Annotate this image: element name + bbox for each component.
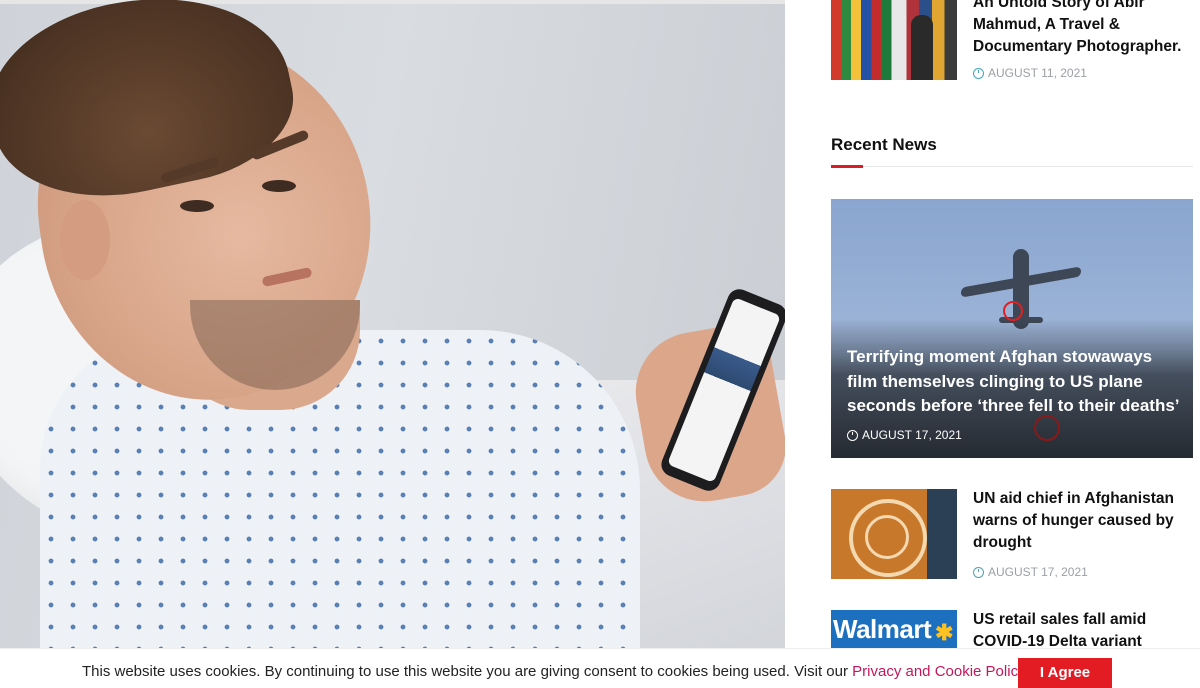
section-divider — [831, 166, 1193, 167]
section-title-recent-news: Recent News — [831, 135, 937, 154]
clock-icon — [847, 429, 858, 441]
news-item-title[interactable]: UN aid chief in Afghanistan warns of hun… — [973, 488, 1178, 554]
news-item-date: AUGUST 17, 2021 — [988, 565, 1088, 579]
hero-ear — [60, 200, 110, 280]
cookie-consent-bar: This website uses cookies. By continuing… — [0, 648, 1200, 688]
thumb-person — [911, 15, 933, 80]
clock-icon — [973, 67, 984, 79]
privacy-policy-link[interactable]: Privacy and Cookie Policy. — [852, 663, 1028, 680]
clock-icon — [973, 566, 984, 578]
cookie-message: This website uses cookies. By continuing… — [82, 663, 1029, 680]
agree-button[interactable]: I Agree — [1018, 658, 1112, 688]
hero-eye-right — [262, 180, 296, 192]
featured-story-date: AUGUST 17, 2021 — [862, 428, 962, 442]
featured-story-meta: AUGUST 17, 2021 — [847, 428, 962, 442]
news-item-title[interactable]: US retail sales fall amid COVID-19 Delta… — [973, 609, 1178, 653]
un-emblem-icon — [849, 499, 927, 577]
highlight-circle — [1034, 415, 1060, 441]
top-item-meta: AUGUST 11, 2021 — [973, 66, 1087, 80]
thumb-background — [927, 489, 957, 579]
sidebar: An Untold Story of Abir Mahmud, A Travel… — [785, 0, 1200, 675]
un-item-thumbnail[interactable] — [831, 489, 957, 579]
walmart-logo-text: Walmart — [833, 614, 932, 644]
highlight-circle — [1003, 301, 1023, 321]
featured-story-title[interactable]: Terrifying moment Afghan stowaways film … — [847, 345, 1187, 419]
news-item-meta: AUGUST 17, 2021 — [973, 565, 1088, 579]
top-item-thumbnail[interactable] — [831, 0, 957, 80]
top-item-title[interactable]: An Untold Story of Abir Mahmud, A Travel… — [973, 0, 1188, 58]
cookie-text: This website uses cookies. By continuing… — [82, 663, 853, 680]
article-hero-image — [0, 0, 785, 675]
hero-eye-left — [180, 200, 214, 212]
section-accent-bar — [831, 165, 863, 168]
spark-icon: ✱ — [935, 620, 954, 645]
featured-story-card[interactable]: Terrifying moment Afghan stowaways film … — [831, 199, 1193, 458]
top-item-date: AUGUST 11, 2021 — [988, 66, 1087, 80]
